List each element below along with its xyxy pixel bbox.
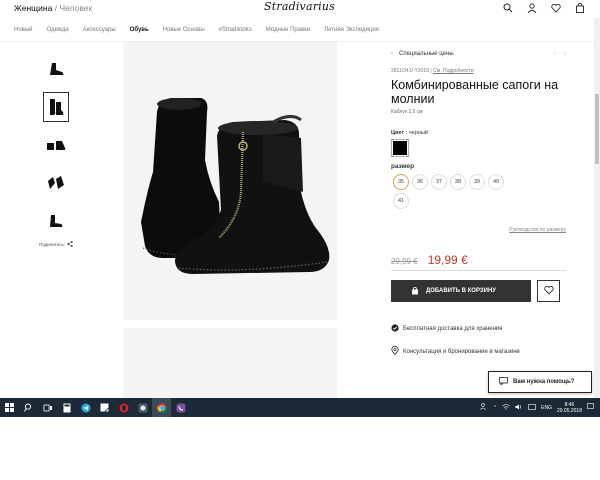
section-label: Специальные цены: [399, 51, 454, 57]
size-label: размер: [391, 163, 415, 170]
heart-icon: [543, 282, 554, 300]
nav-item-fashion-edits[interactable]: Модные Правки: [266, 27, 311, 33]
size-option[interactable]: 39: [469, 174, 485, 190]
add-to-cart-button[interactable]: ДОБАВИТЬ В КОРЗИНУ: [391, 280, 531, 302]
size-option[interactable]: 37: [431, 174, 447, 190]
chat-icon: [499, 377, 508, 387]
windows-start-icon[interactable]: [0, 398, 19, 417]
calculator-icon[interactable]: [57, 398, 76, 417]
thumbnail[interactable]: [43, 206, 69, 236]
product-reference: 2811/341/-Y2018 | См. Подробности: [391, 68, 474, 74]
sale-price: 19,99 €: [427, 253, 468, 267]
header-icons: [502, 2, 586, 14]
product-title: Комбинированные сапоги на молнии: [391, 78, 559, 106]
opera-icon[interactable]: [114, 398, 133, 417]
details-link[interactable]: См. Подробности: [433, 68, 474, 74]
gender-women-link[interactable]: Женщина: [14, 3, 52, 13]
share-row[interactable]: Поделитесь:: [39, 241, 73, 248]
product-pager: ‹ ›: [546, 51, 566, 57]
chevron-up-icon[interactable]: ⌃: [493, 405, 497, 411]
size-option[interactable]: 41: [393, 193, 409, 209]
volume-icon[interactable]: [515, 404, 523, 412]
section-row: ‹ Специальные цены ‹ ›: [391, 51, 566, 57]
clock-date: 29.05.2018: [556, 407, 582, 414]
section-breadcrumb[interactable]: ‹ Специальные цены: [391, 51, 454, 57]
chevron-left-icon: ‹: [391, 51, 393, 57]
size-option[interactable]: 36: [412, 174, 428, 190]
viber-icon[interactable]: [171, 398, 190, 417]
color-swatch-black[interactable]: [392, 140, 408, 156]
bag-icon: [411, 286, 419, 295]
nav-item-summer-expedition[interactable]: Летняя Экспедиция: [324, 27, 379, 33]
gender-men-link[interactable]: Человек: [59, 3, 92, 13]
brand-logo[interactable]: Stradivarius: [264, 0, 335, 13]
share-icon[interactable]: [67, 241, 73, 248]
thumbnail[interactable]: [43, 130, 69, 160]
wishlist-button[interactable]: [537, 280, 560, 302]
category-nav: Новый Одежда Аксессуары Обувь Новые Осно…: [14, 27, 379, 33]
chrome-icon[interactable]: [152, 398, 171, 417]
bag-icon[interactable]: [574, 2, 586, 14]
color-label: Цвет : черный: [391, 130, 428, 136]
language-indicator[interactable]: ENG: [541, 405, 552, 411]
clock[interactable]: 8:46 29.05.2018: [557, 402, 582, 414]
thumbnail[interactable]: [43, 92, 69, 122]
page-scrollbar[interactable]: [594, 18, 600, 398]
search-icon[interactable]: [19, 398, 38, 417]
nav-item-stradilooks[interactable]: #Stradilooks: [219, 27, 252, 33]
nav-item-shoes[interactable]: Обувь: [130, 27, 149, 33]
share-label: Поделитесь:: [39, 242, 66, 247]
feature-free-delivery: Бесплатная доставка для хранения: [391, 324, 503, 334]
price-row: 29,99 € 19,99 €: [391, 253, 468, 267]
help-chat-button[interactable]: Вам нужна помощь?: [488, 371, 592, 393]
blank-area: [0, 417, 600, 480]
size-option[interactable]: 38: [450, 174, 466, 190]
size-guide-link[interactable]: Руководство по размеру: [500, 227, 566, 233]
size-selector: 35 36 37 38 39 40 41: [393, 174, 513, 209]
reference-code: 2811/341/-Y2018 |: [391, 68, 432, 74]
thumbnail-list: [43, 54, 71, 244]
size-option[interactable]: 35: [393, 174, 409, 190]
user-icon[interactable]: [526, 2, 538, 14]
scrollbar-thumb[interactable]: [595, 94, 599, 164]
old-price: 29,99 €: [391, 257, 418, 266]
next-product-icon[interactable]: ›: [564, 51, 566, 57]
nav-item-new[interactable]: Новый: [14, 27, 33, 33]
help-label: Вам нужна помощь?: [513, 379, 575, 385]
add-to-cart-label: ДОБАВИТЬ В КОРЗИНУ: [425, 288, 497, 294]
taskbar: ⌃ ENG 8:46 29.05.2018: [0, 398, 600, 417]
checkmark-icon: [391, 324, 399, 334]
task-view-icon[interactable]: [38, 398, 57, 417]
color-value: черный: [408, 130, 428, 136]
price-divider: [391, 270, 566, 271]
product-image[interactable]: [123, 42, 337, 320]
sticky-notes-icon[interactable]: [95, 398, 114, 417]
product-image-secondary[interactable]: [123, 328, 337, 398]
notifications-icon[interactable]: [587, 403, 594, 412]
location-pin-icon: [391, 345, 399, 357]
system-tray: ⌃ ENG 8:46 29.05.2018: [480, 398, 594, 417]
thumbnail[interactable]: [43, 54, 69, 84]
heel-height: Каблук 2,5 см: [391, 109, 423, 115]
gender-switch: Женщина / Человек: [14, 3, 92, 13]
site-header: Женщина / Человек Stradivarius: [0, 0, 600, 18]
telegram-icon[interactable]: [76, 398, 95, 417]
network-icon[interactable]: [502, 403, 510, 412]
thumbnail[interactable]: [43, 168, 69, 198]
color-label-title: Цвет :: [391, 130, 408, 136]
nav-item-new-basics[interactable]: Новые Основы: [163, 27, 205, 33]
keyboard-icon[interactable]: [528, 403, 536, 412]
nav-item-accessories[interactable]: Аксессуары: [83, 27, 116, 33]
prev-product-icon[interactable]: ‹: [554, 51, 556, 57]
feature-label: Бесплатная доставка для хранения: [403, 326, 503, 332]
people-icon[interactable]: [480, 403, 488, 412]
size-option[interactable]: 40: [488, 174, 504, 190]
feature-store-reservation: Консультация и бронирование в магазине: [391, 345, 520, 357]
nav-item-clothing[interactable]: Одежда: [47, 27, 69, 33]
search-icon[interactable]: [502, 2, 514, 14]
photo-app-icon[interactable]: [133, 398, 152, 417]
heart-icon[interactable]: [550, 2, 562, 14]
feature-label: Консультация и бронирование в магазине: [403, 348, 520, 355]
